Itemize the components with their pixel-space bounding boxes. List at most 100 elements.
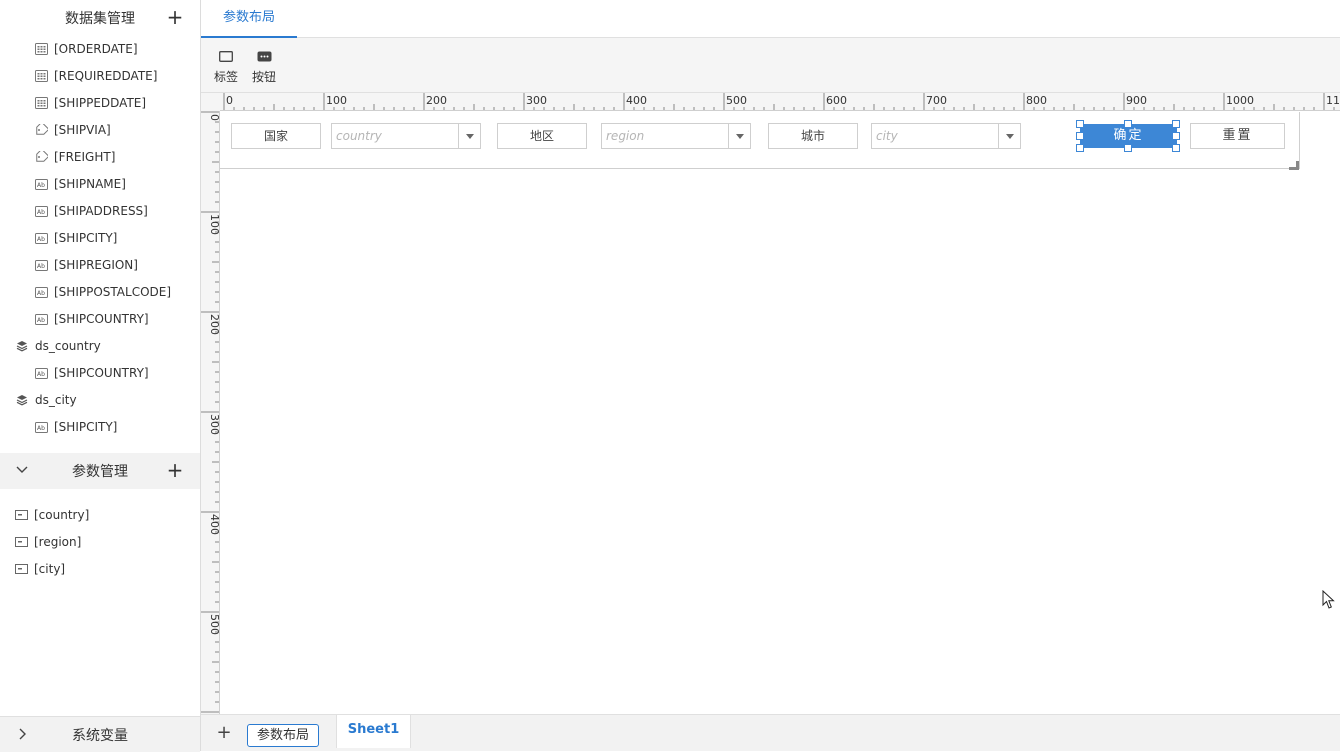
tree-field-item[interactable]: Ab [SHIPADDRESS]: [34, 201, 148, 221]
param-icon: [14, 508, 28, 522]
field-label: [SHIPCITY]: [54, 420, 118, 434]
chevron-right-icon[interactable]: [14, 726, 30, 742]
tree-field-item[interactable]: [ORDERDATE]: [34, 39, 138, 59]
ruler-label: 200: [426, 94, 447, 107]
param-label: [region]: [34, 535, 82, 549]
add-sheet-icon[interactable]: +: [215, 724, 233, 742]
field-label: [SHIPPOSTALCODE]: [54, 285, 172, 299]
city-combo-input[interactable]: [872, 124, 998, 148]
ruler-label: 600: [826, 94, 847, 107]
sheet-tab-param-layout[interactable]: 参数布局: [247, 724, 319, 747]
selection-handle[interactable]: [1076, 132, 1084, 140]
caret-down-icon[interactable]: [998, 124, 1020, 148]
system-variable-panel-header[interactable]: 系统变量: [0, 716, 200, 752]
tree-field-item[interactable]: [REQUIREDDATE]: [34, 66, 157, 86]
tree-field-item[interactable]: Ab [SHIPCOUNTRY]: [34, 309, 149, 329]
selection-handle[interactable]: [1076, 144, 1084, 152]
tab-param-layout[interactable]: 参数布局: [201, 0, 297, 38]
label-tool-button[interactable]: 标签: [209, 46, 243, 88]
svg-text:Ab: Ab: [37, 236, 45, 243]
button-tool-button[interactable]: 按钮: [247, 46, 281, 88]
field-label: [REQUIREDDATE]: [54, 69, 158, 83]
dataset-panel-title: 数据集管理: [65, 11, 135, 27]
button-tool-text: 按钮: [251, 70, 276, 84]
selection-handle[interactable]: [1124, 144, 1132, 152]
dataset-icon: [15, 339, 29, 353]
dataset-ds-country[interactable]: ds_country: [15, 336, 101, 356]
ruler-label: 700: [926, 94, 947, 107]
dataset-label: ds_city: [35, 393, 77, 407]
selection-handle[interactable]: [1124, 120, 1132, 128]
field-label: [SHIPADDRESS]: [54, 204, 148, 218]
tree-field-item[interactable]: [SHIPPEDDATE]: [34, 93, 146, 113]
param-item-country[interactable]: [country]: [14, 505, 89, 525]
param-item-city[interactable]: [city]: [14, 559, 65, 579]
add-param-icon[interactable]: +: [166, 460, 184, 480]
ruler-label: 110: [1326, 94, 1340, 107]
number-field-icon: [34, 150, 48, 164]
label-tool-text: 标签: [213, 70, 238, 84]
region-combo-input[interactable]: [602, 124, 728, 148]
param-label: [country]: [34, 508, 90, 522]
selection-handle[interactable]: [1076, 120, 1084, 128]
sheet-tab-bar: + 参数布局 Sheet1: [201, 714, 1340, 751]
ruler-label: 200: [208, 314, 220, 335]
field-label: [ORDERDATE]: [54, 42, 138, 56]
country-label-widget[interactable]: 国家: [231, 123, 321, 149]
ruler-corner: [201, 93, 220, 111]
reset-button[interactable]: 重置: [1190, 123, 1285, 149]
param-icon: [14, 535, 28, 549]
selection-handle[interactable]: [1172, 132, 1180, 140]
date-field-icon: [34, 69, 48, 83]
widget-toolbar: 标签 按钮: [201, 38, 1340, 93]
tree-field-item[interactable]: Ab [SHIPCOUNTRY]: [34, 363, 149, 383]
left-sidebar: 数据集管理 + [ORDERDATE] [REQUIREDDATE] [SHIPPE…: [0, 0, 201, 752]
field-label: [SHIPVIA]: [54, 123, 111, 137]
layout-canvas[interactable]: 国家 地区 城市 确定 重置: [220, 112, 1340, 714]
text-field-icon: Ab: [34, 420, 48, 434]
ruler-label: 500: [726, 94, 747, 107]
mouse-cursor-icon: [1322, 590, 1335, 609]
tree-field-item[interactable]: Ab [SHIPNAME]: [34, 174, 126, 194]
param-icon: [14, 562, 28, 576]
vertical-ruler: 0 100 200 300 400 500: [201, 111, 220, 714]
ruler-label: 800: [1026, 94, 1047, 107]
system-variable-panel-title: 系统变量: [72, 727, 128, 744]
caret-down-icon[interactable]: [458, 124, 480, 148]
tree-field-item[interactable]: Ab [SHIPREGION]: [34, 255, 138, 275]
field-label: [SHIPCOUNTRY]: [54, 312, 149, 326]
ruler-label: 400: [208, 514, 220, 535]
tree-field-item[interactable]: Ab [SHIPPOSTALCODE]: [34, 282, 171, 302]
parameter-pane[interactable]: 国家 地区 城市 确定 重置: [220, 112, 1300, 170]
field-label: [SHIPREGION]: [54, 258, 138, 272]
selection-handle[interactable]: [1172, 144, 1180, 152]
param-panel-header[interactable]: 参数管理 +: [0, 453, 200, 489]
city-combo[interactable]: [871, 123, 1021, 149]
ruler-label: 0: [208, 114, 220, 121]
ruler-label: 300: [208, 414, 220, 435]
caret-down-icon[interactable]: [728, 124, 750, 148]
tree-field-item[interactable]: [SHIPVIA]: [34, 120, 111, 140]
region-label-widget[interactable]: 地区: [497, 123, 587, 149]
sheet-tab-sheet1[interactable]: Sheet1: [336, 715, 411, 748]
tree-field-item[interactable]: [FREIGHT]: [34, 147, 115, 167]
date-field-icon: [34, 42, 48, 56]
ruler-label: 100: [208, 214, 220, 235]
pane-resize-icon[interactable]: [1289, 159, 1299, 170]
dataset-ds-city[interactable]: ds_city: [15, 390, 77, 410]
button-widget-icon: [247, 46, 281, 66]
country-combo[interactable]: [331, 123, 481, 149]
selection-handle[interactable]: [1172, 120, 1180, 128]
horizontal-ruler-ticks: 0 100 200 300 400 500 600 700 800 900 1000 110: [223, 93, 1340, 110]
svg-text:Ab: Ab: [37, 209, 45, 216]
region-combo[interactable]: [601, 123, 751, 149]
chevron-down-icon[interactable]: [14, 462, 30, 478]
add-dataset-icon[interactable]: +: [166, 7, 184, 27]
dataset-panel-header: 数据集管理 +: [0, 0, 200, 36]
country-combo-input[interactable]: [332, 124, 458, 148]
tree-field-item[interactable]: Ab [SHIPCITY]: [34, 417, 117, 437]
param-item-region[interactable]: [region]: [14, 532, 81, 552]
text-field-icon: Ab: [34, 258, 48, 272]
tree-field-item[interactable]: Ab [SHIPCITY]: [34, 228, 117, 248]
city-label-widget[interactable]: 城市: [768, 123, 858, 149]
